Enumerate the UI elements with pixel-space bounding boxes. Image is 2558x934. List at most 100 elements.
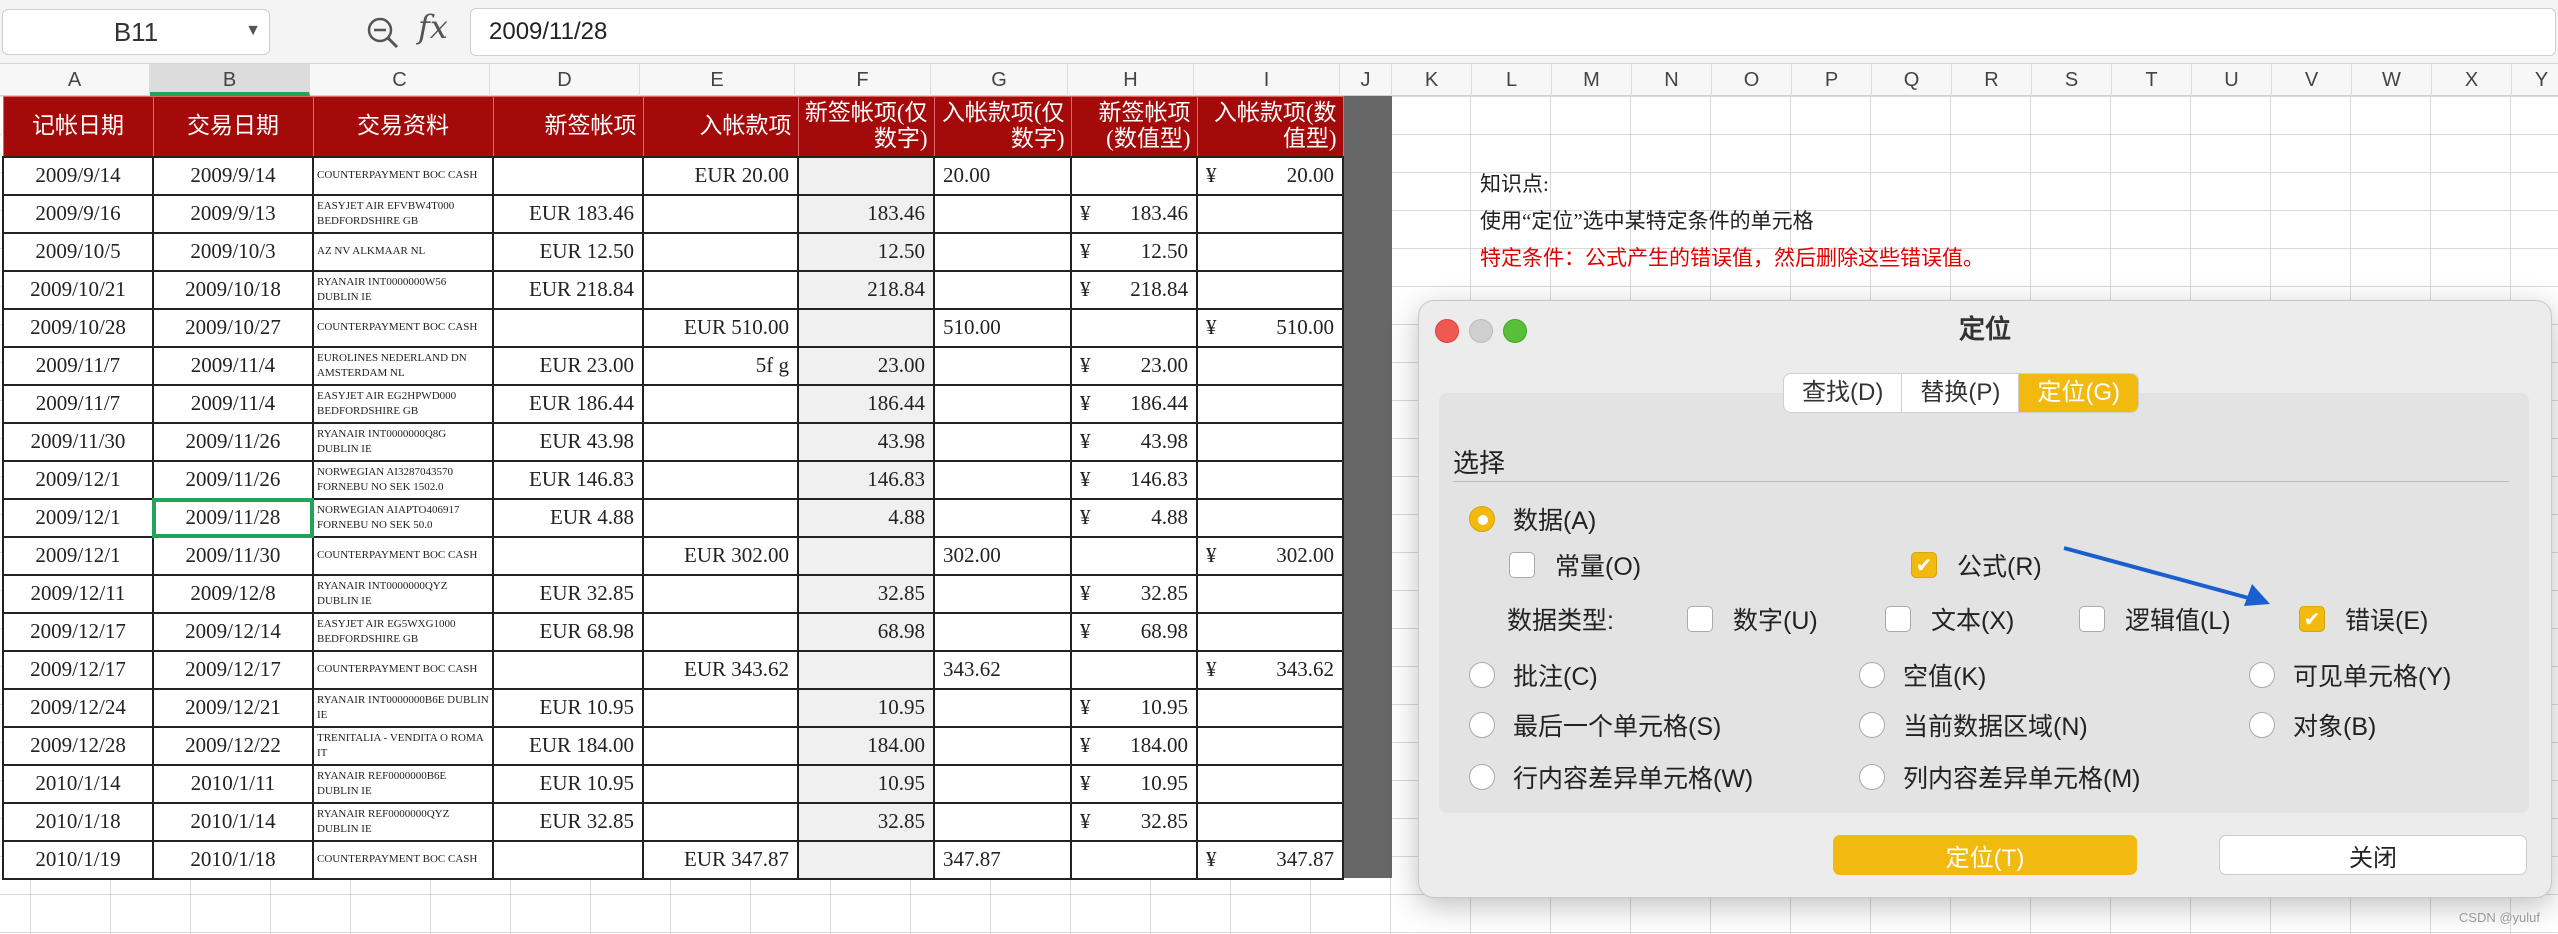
table-cell[interactable]: 2009/12/28 bbox=[2, 725, 154, 766]
table-cell[interactable] bbox=[642, 459, 799, 500]
table-cell[interactable]: ¥4.88 bbox=[1070, 497, 1198, 538]
column-header[interactable]: W bbox=[2352, 64, 2432, 96]
table-cell[interactable]: 302.00 bbox=[933, 535, 1072, 576]
table-cell[interactable]: 20.00 bbox=[933, 155, 1072, 196]
table-cell[interactable]: EUR 184.00 bbox=[492, 725, 644, 766]
table-cell[interactable]: EUR 302.00 bbox=[642, 535, 799, 576]
table-cell[interactable]: ¥218.84 bbox=[1070, 269, 1198, 310]
table-cell[interactable]: COUNTERPAYMENT BOC CASH bbox=[312, 155, 494, 196]
table-cell[interactable]: 184.00 bbox=[797, 725, 935, 766]
column-header[interactable]: T bbox=[2112, 64, 2192, 96]
table-cell[interactable] bbox=[797, 649, 935, 690]
table-cell[interactable]: 5f g bbox=[642, 345, 799, 386]
table-cell[interactable]: 2010/1/18 bbox=[152, 839, 314, 880]
table-cell[interactable] bbox=[1196, 497, 1344, 538]
table-cell[interactable] bbox=[1196, 421, 1344, 462]
table-cell[interactable] bbox=[1196, 193, 1344, 234]
table-cell[interactable] bbox=[642, 573, 799, 614]
table-cell[interactable]: 2009/10/28 bbox=[2, 307, 154, 348]
table-cell[interactable]: 2009/11/7 bbox=[2, 345, 154, 386]
table-cell[interactable] bbox=[642, 383, 799, 424]
table-cell[interactable]: EASYJET AIR EG5WXG1000 BEDFORDSHIRE GB bbox=[312, 611, 494, 652]
column-header[interactable]: N bbox=[1632, 64, 1712, 96]
table-cell[interactable]: RYANAIR INT0000000W56 DUBLIN IE bbox=[312, 269, 494, 310]
table-cell[interactable] bbox=[797, 307, 935, 348]
table-cell[interactable] bbox=[1196, 725, 1344, 766]
table-cell[interactable] bbox=[933, 497, 1072, 538]
table-cell[interactable]: 2010/1/14 bbox=[2, 763, 154, 804]
table-cell[interactable] bbox=[642, 269, 799, 310]
table-cell[interactable] bbox=[933, 459, 1072, 500]
radio-row-differences[interactable]: 行内容差异单元格(W) bbox=[1469, 759, 1753, 795]
table-cell[interactable]: 2009/9/16 bbox=[2, 193, 154, 234]
table-cell[interactable] bbox=[642, 421, 799, 462]
table-cell[interactable]: ¥23.00 bbox=[1070, 345, 1198, 386]
table-cell[interactable]: 2009/12/1 bbox=[2, 497, 154, 538]
radio-column-differences[interactable]: 列内容差异单元格(M) bbox=[1859, 759, 2140, 795]
table-cell[interactable]: ¥43.98 bbox=[1070, 421, 1198, 462]
chevron-down-icon[interactable]: ▼ bbox=[245, 22, 261, 40]
table-cell[interactable] bbox=[492, 307, 644, 348]
table-cell[interactable]: ¥343.62 bbox=[1196, 649, 1344, 690]
table-cell[interactable]: 2009/12/11 bbox=[2, 573, 154, 614]
table-cell[interactable]: RYANAIR INT0000000Q8G DUBLIN IE bbox=[312, 421, 494, 462]
radio-icon[interactable] bbox=[1469, 712, 1495, 738]
radio-data[interactable]: 数据(A) bbox=[1469, 501, 1596, 537]
table-cell[interactable] bbox=[1196, 573, 1344, 614]
column-header[interactable]: R bbox=[1952, 64, 2032, 96]
table-cell[interactable]: ¥184.00 bbox=[1070, 725, 1198, 766]
column-header[interactable]: M bbox=[1552, 64, 1632, 96]
table-cell[interactable] bbox=[797, 155, 935, 196]
column-header[interactable]: D bbox=[490, 64, 640, 96]
table-cell[interactable]: 2009/12/17 bbox=[2, 611, 154, 652]
table-cell[interactable]: 2009/11/7 bbox=[2, 383, 154, 424]
radio-blanks[interactable]: 空值(K) bbox=[1859, 657, 1986, 693]
table-cell[interactable]: EUR 32.85 bbox=[492, 573, 644, 614]
checkbox-icon[interactable] bbox=[2079, 606, 2105, 632]
radio-icon[interactable] bbox=[1469, 764, 1495, 790]
radio-last-cell[interactable]: 最后一个单元格(S) bbox=[1469, 707, 1721, 743]
radio-selected-icon[interactable] bbox=[1469, 506, 1495, 532]
table-cell[interactable]: 2009/10/18 bbox=[152, 269, 314, 310]
table-cell[interactable] bbox=[933, 193, 1072, 234]
table-cell[interactable]: EUR 183.46 bbox=[492, 193, 644, 234]
column-header[interactable]: C bbox=[310, 64, 490, 96]
table-cell[interactable]: 186.44 bbox=[797, 383, 935, 424]
function-icon[interactable]: fx bbox=[418, 8, 448, 46]
table-cell[interactable]: 2009/10/3 bbox=[152, 231, 314, 272]
table-cell[interactable] bbox=[1196, 345, 1344, 386]
column-header[interactable]: K bbox=[1392, 64, 1472, 96]
tab-replace[interactable]: 替换(P) bbox=[1902, 374, 2020, 412]
table-cell[interactable]: 2009/10/5 bbox=[2, 231, 154, 272]
table-cell[interactable]: 2009/12/22 bbox=[152, 725, 314, 766]
column-header[interactable]: U bbox=[2192, 64, 2272, 96]
table-cell[interactable]: RYANAIR INT0000000QYZ DUBLIN IE bbox=[312, 573, 494, 614]
table-cell[interactable] bbox=[642, 497, 799, 538]
radio-icon[interactable] bbox=[1859, 662, 1885, 688]
table-cell[interactable]: 2009/11/30 bbox=[152, 535, 314, 576]
table-cell[interactable] bbox=[642, 231, 799, 272]
radio-icon[interactable] bbox=[1469, 662, 1495, 688]
table-cell[interactable]: EUR 32.85 bbox=[492, 801, 644, 842]
checkmark-icon[interactable]: ✔ bbox=[1911, 552, 1937, 578]
table-cell[interactable] bbox=[642, 725, 799, 766]
tab-goto[interactable]: 定位(G) bbox=[2019, 374, 2138, 412]
checkbox-text[interactable]: 文本(X) bbox=[1885, 601, 2014, 637]
table-cell[interactable]: EUR 146.83 bbox=[492, 459, 644, 500]
table-cell[interactable]: ¥146.83 bbox=[1070, 459, 1198, 500]
table-cell[interactable] bbox=[933, 725, 1072, 766]
table-cell[interactable] bbox=[642, 763, 799, 804]
table-cell[interactable] bbox=[933, 269, 1072, 310]
checkbox-icon[interactable] bbox=[1509, 552, 1535, 578]
table-cell[interactable] bbox=[1070, 307, 1198, 348]
table-cell[interactable]: ¥510.00 bbox=[1196, 307, 1344, 348]
table-cell[interactable]: 2009/9/13 bbox=[152, 193, 314, 234]
table-cell[interactable]: EUR 186.44 bbox=[492, 383, 644, 424]
table-cell[interactable]: 2009/11/4 bbox=[152, 383, 314, 424]
table-cell[interactable]: 2009/11/30 bbox=[2, 421, 154, 462]
table-cell[interactable]: 2009/11/26 bbox=[152, 421, 314, 462]
table-cell[interactable]: ¥347.87 bbox=[1196, 839, 1344, 880]
formula-input[interactable]: 2009/11/28 bbox=[470, 8, 2556, 56]
table-cell[interactable] bbox=[492, 155, 644, 196]
table-cell[interactable] bbox=[492, 839, 644, 880]
